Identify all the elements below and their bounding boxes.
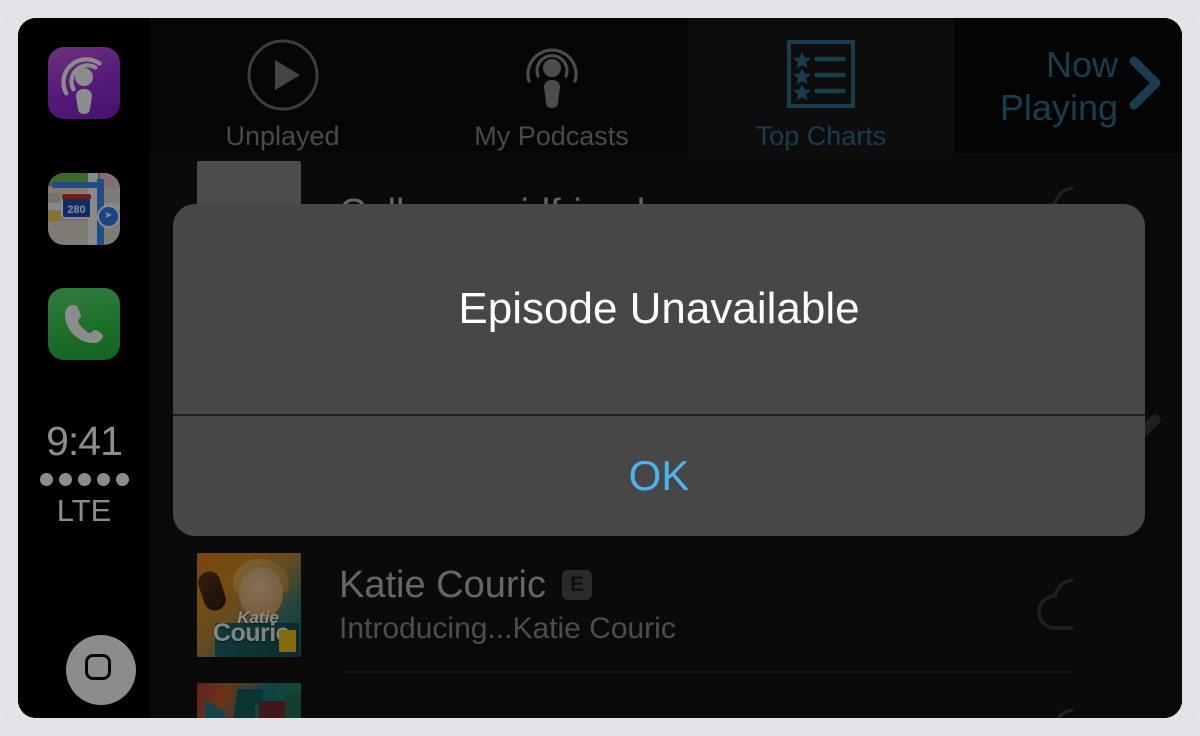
- ok-button[interactable]: OK: [173, 416, 1145, 536]
- carplay-screen: 280 ➤ 9:41 LTE Unplayed My Podcasts Top …: [18, 18, 1182, 718]
- alert-dialog: Episode Unavailable OK: [173, 204, 1145, 536]
- alert-dialog-body: Episode Unavailable: [173, 204, 1145, 414]
- alert-dialog-title: Episode Unavailable: [458, 284, 860, 333]
- ok-button-label: OK: [628, 452, 690, 499]
- carplay-device-frame: 280 ➤ 9:41 LTE Unplayed My Podcasts Top …: [0, 0, 1200, 736]
